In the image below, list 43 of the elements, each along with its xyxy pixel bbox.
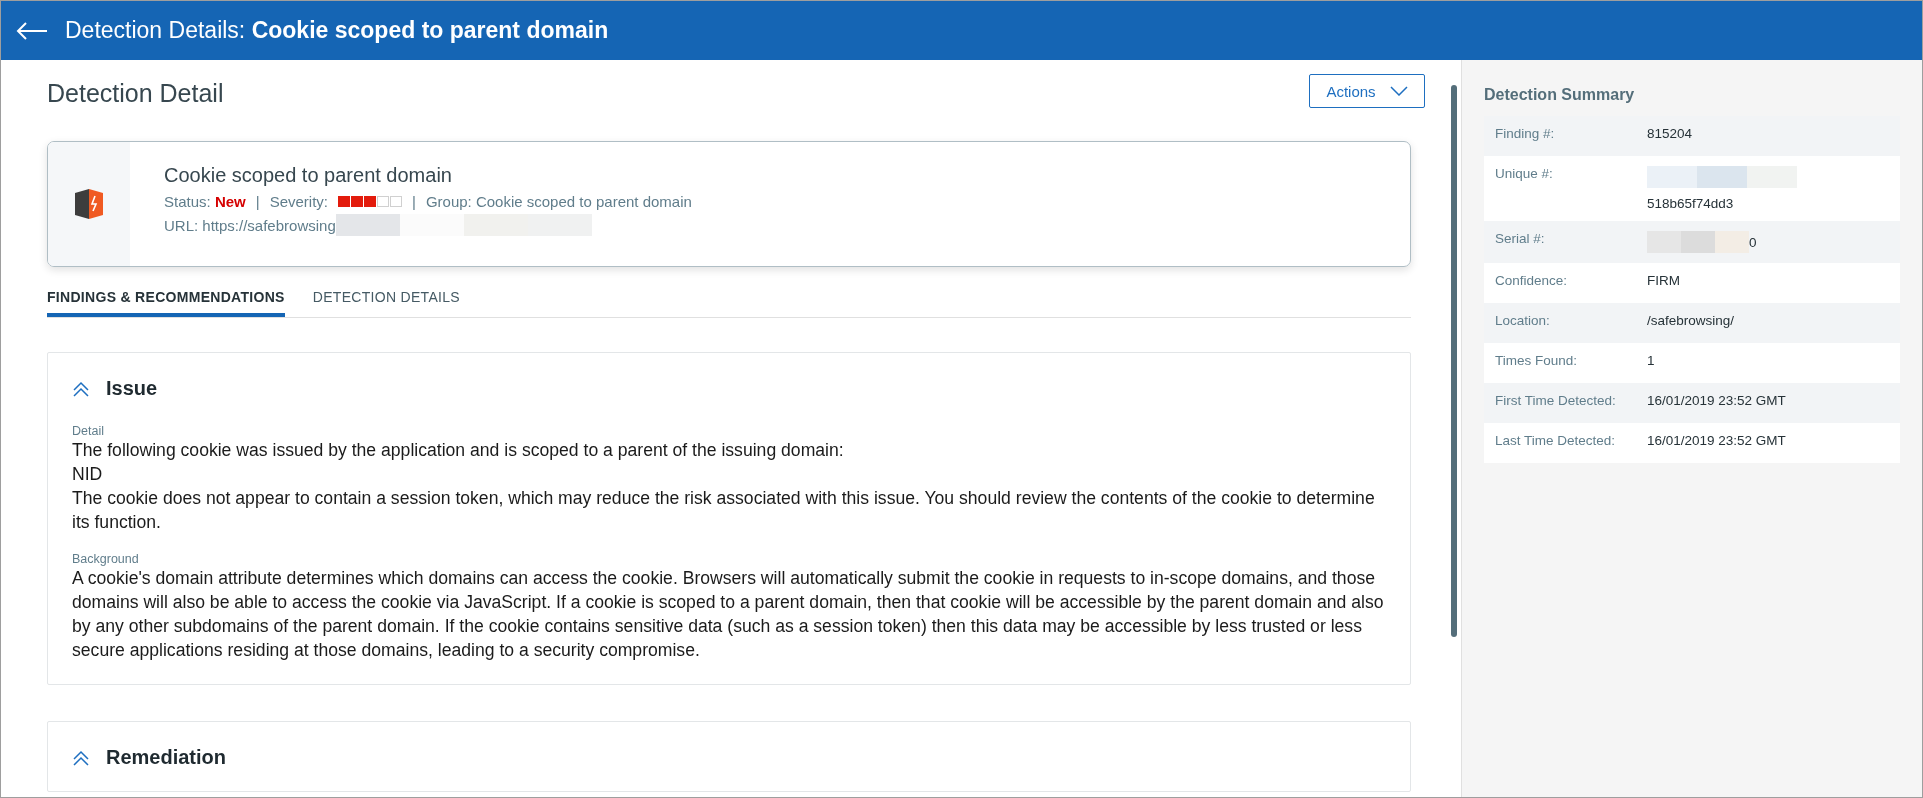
- actions-button[interactable]: Actions: [1309, 74, 1425, 108]
- status-label: Status: New: [164, 193, 246, 210]
- group-text: Group: Cookie scoped to parent domain: [425, 193, 692, 210]
- summary-value: /safebrowsing/: [1647, 313, 1735, 330]
- field-label: Background: [72, 552, 140, 566]
- summary-label: Unique #:: [1495, 166, 1554, 183]
- paragraph: The cookie does not appear to contain a session token, which may reduce the risk associated with this issue. You should review the contents of the cookie to determine its function.: [72, 487, 1376, 534]
- field-label: Detail: [72, 424, 105, 438]
- detection-name: Cookie scoped to parent domain: [164, 164, 453, 187]
- tab[interactable]: FINDINGS & RECOMMENDATIONS: [47, 289, 285, 317]
- section-title: Remediation: [106, 746, 227, 769]
- summary-label: Last Time Detected:: [1495, 433, 1617, 450]
- separator: |: [255, 193, 260, 210]
- summary-value: 0: [1749, 234, 1757, 250]
- severity-label: Severity:: [269, 193, 328, 210]
- summary-label: Serial #:: [1495, 231, 1546, 248]
- section-title: Issue: [106, 377, 158, 400]
- page-title: Detection Detail: [47, 79, 224, 108]
- summary-label: Times Found:: [1495, 353, 1579, 370]
- back-arrow-icon[interactable]: [15, 20, 49, 41]
- cube-icon: [72, 187, 106, 221]
- summary-value: 16/01/2019 23:52 GMT: [1647, 393, 1786, 410]
- summary-value: 1: [1647, 353, 1655, 370]
- paragraph: The following cookie was issued by the application and is scoped to a parent of the issuing domain:: [72, 439, 845, 462]
- summary-title: Detection Summary: [1484, 86, 1636, 104]
- page-header-title: Detection Details: Cookie scoped to parent domain: [65, 17, 609, 44]
- summary-value: 815204: [1647, 126, 1693, 143]
- paragraph: NID: [72, 463, 104, 486]
- summary-label: Location:: [1495, 313, 1551, 330]
- collapse-icon[interactable]: [72, 749, 90, 766]
- paragraph: A cookie's domain attribute determines which domains can access the cookie. Browsers will automatically submit the cookie in requests to in-scope domains, and those domains will also be able to access the cookie via JavaScript. If a cookie is scoped to a parent domain, then that cookie will be accessible by the parent domain and also by any other subdomains of the parent domain. If the cookie contains sensitive data (such as a session token) then this data may be accessible by less trusted or less secure applications residing at those domains, leading to a security compromise.: [72, 567, 1385, 662]
- summary-label: Finding #:: [1495, 126, 1556, 143]
- summary-label: First Time Detected:: [1495, 393, 1617, 410]
- summary-value: 16/01/2019 23:52 GMT: [1647, 433, 1786, 450]
- separator: |: [412, 193, 416, 210]
- caret-icon: [1389, 86, 1408, 96]
- tab[interactable]: DETECTION DETAILS: [312, 289, 460, 317]
- scrollbar-thumb[interactable]: [1451, 85, 1457, 637]
- summary-value: 518b65f74dd3: [1647, 196, 1735, 211]
- url-text: URL: https://safebrowsing: [164, 216, 336, 234]
- summary-value: FIRM: [1647, 273, 1680, 290]
- collapse-icon[interactable]: [72, 380, 90, 397]
- summary-label: Confidence:: [1495, 273, 1569, 290]
